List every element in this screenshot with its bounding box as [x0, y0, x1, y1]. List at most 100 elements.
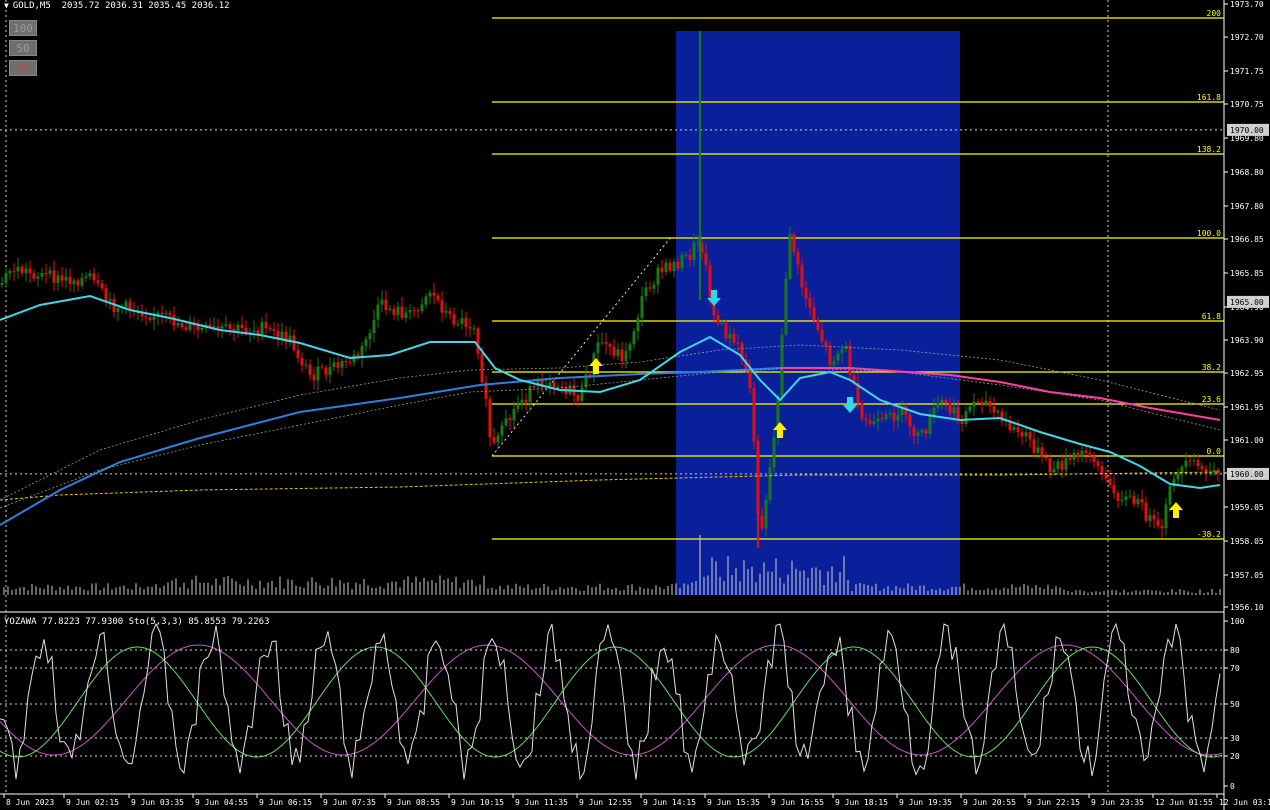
bear-candle: [948, 403, 952, 413]
fib-level-label: 161.8: [1197, 93, 1221, 102]
bear-candle: [848, 345, 852, 376]
bull-candle: [408, 310, 412, 313]
bull-candle: [220, 326, 224, 329]
bear-candle: [508, 418, 512, 421]
bear-candle: [172, 314, 176, 326]
time-axis-label: 12 Jun 03:15: [1219, 798, 1270, 807]
bear-candle: [1140, 499, 1144, 503]
bull-candle: [1184, 460, 1188, 467]
bull-candle: [1024, 432, 1028, 437]
zoom-50-button[interactable]: 50: [9, 40, 37, 56]
ma-yellow-line: [0, 471, 1221, 501]
bear-candle: [804, 287, 808, 299]
zoom-25-button[interactable]: 25: [9, 60, 37, 76]
bull-candle: [664, 262, 668, 273]
time-axis-label: 9 Jun 07:35: [323, 798, 376, 807]
bear-candle: [1108, 478, 1112, 486]
bull-candle: [936, 403, 940, 408]
bear-candle: [480, 353, 484, 383]
bear-candle: [1204, 468, 1208, 474]
bull-candle: [952, 407, 956, 413]
bull-candle: [472, 328, 476, 330]
bear-candle: [348, 361, 352, 363]
bull-candle: [972, 401, 976, 407]
bear-candle: [228, 324, 232, 329]
bear-candle: [1152, 515, 1156, 520]
time-axis-label: 9 Jun 02:15: [66, 798, 119, 807]
bull-candle: [340, 360, 344, 368]
bear-candle: [464, 317, 468, 327]
time-axis-label: 9 Jun 03:35: [131, 798, 184, 807]
price-axis-label: 1965.85: [1230, 269, 1264, 278]
bull-candle: [652, 284, 656, 289]
bear-candle: [800, 264, 804, 288]
bear-candle: [736, 342, 740, 344]
bear-candle: [324, 367, 328, 376]
bull-candle: [236, 324, 240, 332]
time-axis-label: 8 Jun 2023: [6, 798, 54, 807]
bear-candle: [1076, 452, 1080, 458]
bull-candle: [380, 299, 384, 305]
bear-candle: [532, 386, 536, 388]
bull-candle: [680, 254, 684, 269]
bull-candle: [964, 411, 968, 424]
bull-candle: [1056, 461, 1060, 469]
bear-candle: [68, 276, 72, 285]
bear-candle: [300, 357, 304, 366]
time-axis-label: 12 Jun 01:55: [1155, 798, 1213, 807]
bull-candle: [360, 345, 364, 358]
bull-candle: [888, 412, 892, 415]
bull-candle: [1064, 457, 1068, 470]
bull-candle: [364, 339, 368, 346]
bull-candle: [1164, 504, 1168, 529]
dropdown-triangle-icon[interactable]: ▼: [4, 1, 9, 10]
bull-candle: [424, 296, 428, 305]
bear-candle: [868, 420, 872, 424]
bull-candle: [920, 429, 924, 433]
ma-slow-line: [0, 367, 781, 526]
bull-candle: [396, 306, 400, 315]
bear-candle: [1104, 474, 1108, 479]
time-axis-label: 9 Jun 10:15: [451, 798, 504, 807]
price-chart[interactable]: 200161.8138.2100.061.838.223.60.0-38.219…: [0, 0, 1270, 810]
bull-candle: [720, 322, 724, 324]
bear-candle: [524, 399, 528, 402]
bull-candle: [1148, 515, 1152, 521]
bull-candle: [56, 275, 60, 284]
bull-candle: [368, 333, 372, 340]
time-axis-label: 9 Jun 08:55: [387, 798, 440, 807]
bear-candle: [196, 325, 200, 331]
bear-candle: [1048, 458, 1052, 473]
bear-candle: [1156, 519, 1160, 526]
bear-candle: [588, 374, 592, 376]
bear-candle: [28, 268, 32, 274]
bull-candle: [832, 360, 836, 366]
time-axis-label: 9 Jun 04:55: [195, 798, 248, 807]
bear-candle: [752, 387, 756, 442]
bear-candle: [44, 272, 48, 274]
bear-candle: [944, 399, 948, 404]
bull-candle: [420, 304, 424, 312]
bull-candle: [316, 366, 320, 381]
bull-candle: [836, 353, 840, 361]
bull-candle: [72, 280, 76, 285]
bear-candle: [828, 346, 832, 366]
bear-candle: [476, 328, 480, 354]
time-axis-label: 9 Jun 20:55: [963, 798, 1016, 807]
bear-candle: [1084, 450, 1088, 453]
fib-level-label: -38.2: [1197, 530, 1221, 539]
bull-candle: [512, 408, 516, 421]
bear-candle: [452, 314, 456, 325]
bear-candle: [1100, 465, 1104, 475]
bear-candle: [492, 437, 496, 443]
fib-level-label: 23.6: [1202, 395, 1221, 404]
price-axis-label: 1959.05: [1230, 503, 1264, 512]
zoom-100-button[interactable]: 100: [9, 20, 37, 36]
time-axis-label: 9 Jun 22:15: [1027, 798, 1080, 807]
indicator-axis-label: 100: [1230, 617, 1245, 626]
bear-candle: [344, 360, 348, 362]
time-axis-label: 9 Jun 19:35: [899, 798, 952, 807]
bull-candle: [224, 324, 228, 327]
bull-candle: [940, 399, 944, 404]
chart-title: ▼ GOLD,M5 2035.72 2036.31 2035.45 2036.12: [4, 1, 230, 11]
